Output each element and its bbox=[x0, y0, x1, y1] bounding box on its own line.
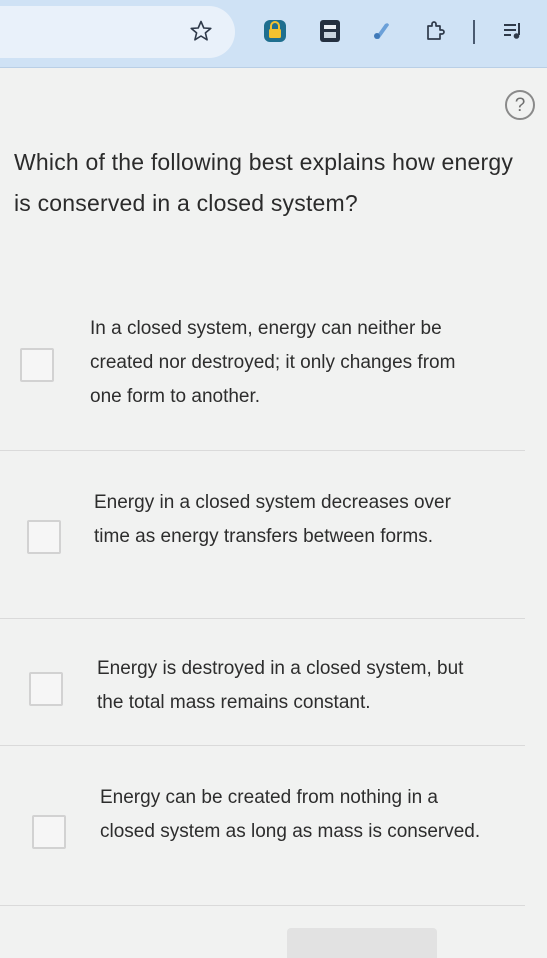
help-icon: ? bbox=[514, 94, 526, 116]
option-divider bbox=[0, 905, 525, 906]
extensions-puzzle-icon[interactable] bbox=[422, 18, 448, 44]
option-1-checkbox[interactable] bbox=[20, 348, 54, 382]
question-text: Which of the following best explains how… bbox=[14, 149, 514, 216]
toolbar-separator bbox=[473, 20, 475, 44]
lock-extension-icon[interactable] bbox=[262, 18, 288, 44]
reading-list-icon[interactable] bbox=[500, 18, 526, 44]
option-4-label: Energy can be created from nothing in a … bbox=[100, 787, 481, 842]
option-3-label: Energy is destroyed in a closed system, … bbox=[97, 658, 464, 713]
option-2-label: Energy in a closed system decreases over… bbox=[94, 492, 451, 547]
option-3-checkbox[interactable] bbox=[29, 672, 63, 706]
pen-extension-icon[interactable] bbox=[369, 18, 395, 44]
option-1-label: In a closed system, energy can neither b… bbox=[90, 318, 456, 407]
browser-toolbar bbox=[0, 0, 547, 68]
option-divider bbox=[0, 618, 525, 619]
help-button[interactable]: ? bbox=[505, 90, 535, 120]
submit-button[interactable] bbox=[287, 928, 437, 958]
option-4-checkbox[interactable] bbox=[32, 815, 66, 849]
option-divider bbox=[0, 450, 525, 451]
option-2-checkbox[interactable] bbox=[27, 520, 61, 554]
printer-extension-icon[interactable] bbox=[317, 18, 343, 44]
star-icon[interactable] bbox=[188, 18, 214, 44]
option-divider bbox=[0, 745, 525, 746]
